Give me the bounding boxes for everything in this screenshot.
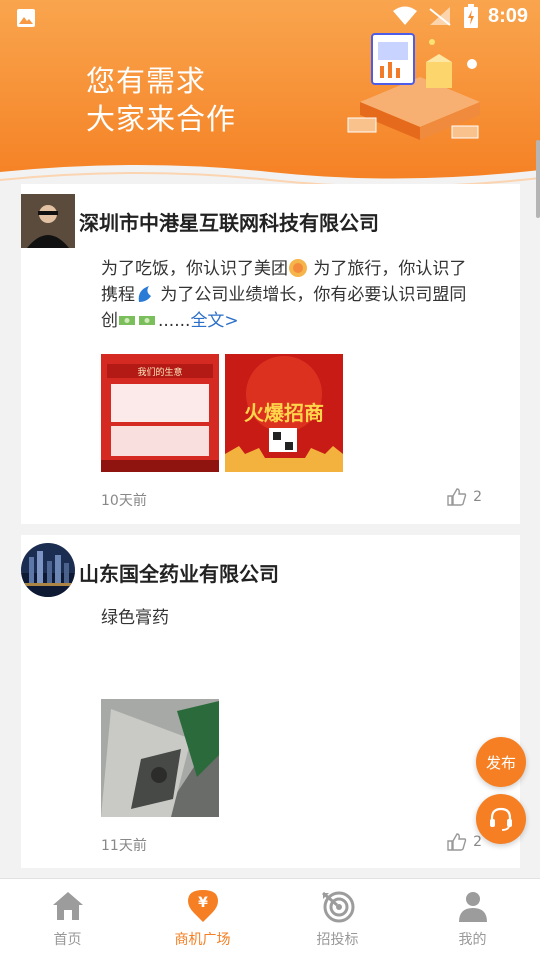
customer-service-button[interactable] [476,794,526,844]
money-emoji-icon [119,316,135,325]
nav-home[interactable]: 首页 [0,879,135,960]
header-banner: 8:09 您有需求 大家来合作 [0,0,540,190]
image-headline: 我们的生意 [137,366,182,378]
user-icon [458,892,487,922]
company-avatar[interactable] [21,543,75,597]
nav-label: 商机广场 [174,932,231,948]
bottom-nav: 首页 ¥ 商机广场 招投标 我的 [0,878,540,960]
post-card[interactable]: 山东国全药业有限公司 绿色膏药 11天前 2 [21,535,520,868]
money-emoji-icon [139,316,155,325]
scrollbar-thumb[interactable] [536,140,540,218]
post-card[interactable]: 深圳市中港星互联网科技有限公司 为了吃饭，你认识了美团 为了旅行，你认识了携程 … [21,184,520,524]
banner-line-1: 您有需求 [86,64,207,98]
post-image[interactable] [101,699,219,817]
post-image[interactable]: 火爆招商 [225,354,343,472]
company-name[interactable]: 深圳市中港星互联网科技有限公司 [79,207,379,236]
publish-button[interactable]: 发布 [476,737,526,787]
post-time: 10天前 [101,493,147,509]
post-text: 绿色膏药 [101,608,169,628]
nav-label: 我的 [458,932,487,948]
publish-label: 发布 [485,753,516,772]
headset-icon [490,807,512,831]
post-text: 为了吃饭，你认识了美团 为了旅行，你认识了携程 为了公司业绩增长，你有必要认识司… [101,256,481,334]
post-text-ellipsis: ...... [158,311,191,331]
svg-text:¥: ¥ [198,895,208,911]
nav-business-square[interactable]: ¥ 商机广场 [135,879,270,960]
nav-label: 招投标 [316,932,359,948]
ctrip-emoji-icon [138,286,151,302]
yuan-pin-icon: ¥ [187,890,218,922]
like-count: 2 [473,489,482,505]
gallery-icon [17,9,35,27]
nav-bidding[interactable]: 招投标 [270,879,405,960]
nav-mine[interactable]: 我的 [405,879,540,960]
read-more-link[interactable]: 全文> [190,311,238,331]
nav-label: 首页 [53,932,82,948]
meituan-emoji-icon [289,259,307,277]
banner-slogan: 您有需求 大家来合作 [86,62,236,138]
like-button[interactable]: 2 [447,833,482,851]
post-image[interactable]: 我们的生意 [101,354,219,472]
image-headline: 火爆招商 [244,401,324,425]
post-text-part-1: 为了吃饭，你认识了美团 [101,259,288,279]
company-avatar[interactable] [21,194,75,248]
target-icon [321,891,354,923]
home-icon [52,892,83,920]
thumbs-up-icon [447,833,467,851]
business-illustration [347,33,480,140]
like-count: 2 [473,834,482,850]
post-time: 11天前 [101,838,147,854]
like-button[interactable]: 2 [447,488,482,506]
company-name[interactable]: 山东国全药业有限公司 [79,558,279,587]
thumbs-up-icon [447,488,467,506]
banner-line-2: 大家来合作 [86,102,237,136]
